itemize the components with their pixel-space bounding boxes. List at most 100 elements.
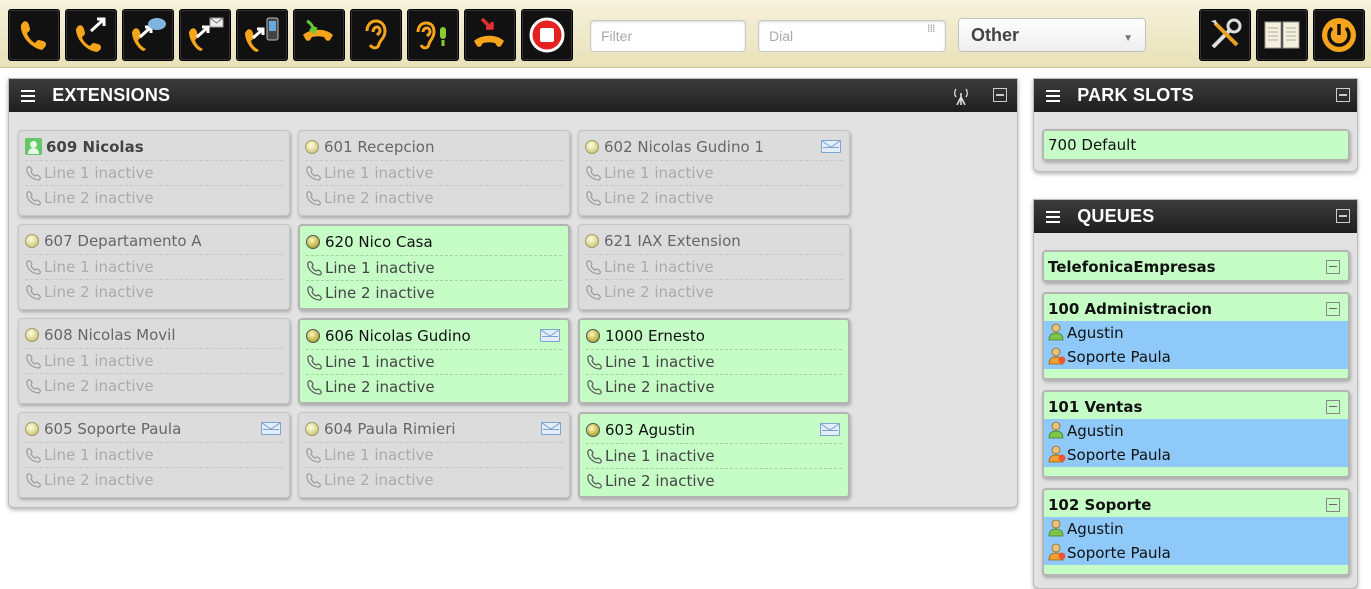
line-1-status: Line 1 inactive: [324, 164, 434, 182]
extension-card[interactable]: 608 Nicolas Movil Line 1 inactive Line 2 i…: [18, 318, 290, 404]
whisper-icon[interactable]: [407, 9, 459, 61]
line-1-row[interactable]: Line 1 inactive: [305, 442, 563, 467]
line-2-row[interactable]: Line 2 inactive: [306, 280, 562, 305]
line-2-row[interactable]: Line 2 inactive: [25, 185, 283, 210]
line-1-row[interactable]: Line 1 inactive: [306, 349, 562, 374]
menu-icon[interactable]: [1046, 87, 1060, 105]
extension-title-row: 606 Nicolas Gudino: [306, 324, 562, 349]
menu-icon[interactable]: [21, 87, 35, 105]
line-2-status: Line 2 inactive: [605, 472, 715, 490]
line-1-row[interactable]: Line 1 inactive: [25, 442, 283, 467]
line-1-row[interactable]: Line 1 inactive: [586, 443, 842, 468]
menu-icon[interactable]: [1046, 208, 1060, 226]
line-2-row[interactable]: Line 2 inactive: [305, 467, 563, 492]
mail-icon[interactable]: [821, 140, 841, 153]
mail-icon[interactable]: [261, 422, 281, 435]
queue-member-name: Soporte Paula: [1067, 446, 1171, 464]
queue-member[interactable]: Soporte Paula: [1044, 541, 1348, 565]
phone-icon: [305, 164, 324, 182]
status-dot-icon: [585, 140, 599, 154]
transfer-icon[interactable]: [65, 9, 117, 61]
extension-card[interactable]: 607 Departamento A Line 1 inactive Line 2 …: [18, 224, 290, 310]
tools-icon[interactable]: [1199, 9, 1251, 61]
queue-member[interactable]: Agustin: [1044, 517, 1348, 541]
phone-icon: [585, 164, 604, 182]
line-1-row[interactable]: Line 1 inactive: [306, 255, 562, 280]
extension-card[interactable]: 621 IAX Extension Line 1 inactive Line 2 i…: [578, 224, 850, 310]
phone-icon: [586, 378, 605, 396]
collapse-icon[interactable]: [1326, 260, 1340, 274]
queue-member[interactable]: Soporte Paula: [1044, 345, 1348, 369]
extension-card[interactable]: 604 Paula Rimieri Line 1 inactive Line 2 i…: [298, 412, 570, 498]
extension-label: 609 Nicolas: [46, 138, 144, 156]
collapse-icon[interactable]: [993, 88, 1007, 102]
phone-icon: [586, 472, 605, 490]
queue-member-name: Soporte Paula: [1067, 348, 1171, 366]
extension-card[interactable]: 609 Nicolas Line 1 inactive Line 2 inactiv…: [18, 130, 290, 216]
mobile-icon[interactable]: [236, 9, 288, 61]
listen-icon[interactable]: [350, 9, 402, 61]
extension-card[interactable]: 1000 Ernesto Line 1 inactive Line 2 inacti…: [578, 318, 850, 404]
collapse-icon[interactable]: [1326, 400, 1340, 414]
line-1-row[interactable]: Line 1 inactive: [25, 160, 283, 185]
mail-icon[interactable]: [541, 422, 561, 435]
extension-card[interactable]: 606 Nicolas Gudino Line 1 inactive Line 2 …: [298, 318, 570, 404]
extension-card[interactable]: 601 Recepcion Line 1 inactive Line 2 inact…: [298, 130, 570, 216]
extension-card[interactable]: 620 Nico Casa Line 1 inactive Line 2 inact…: [298, 224, 570, 310]
line-2-row[interactable]: Line 2 inactive: [586, 374, 842, 399]
dial-input[interactable]: [758, 20, 946, 52]
line-2-row[interactable]: Line 2 inactive: [25, 279, 283, 304]
antenna-icon[interactable]: [950, 87, 972, 105]
status-dot-icon: [586, 423, 600, 437]
queue-box[interactable]: 101 Ventas Agustin Soporte Paula: [1042, 390, 1350, 478]
line-1-row[interactable]: Line 1 inactive: [305, 160, 563, 185]
extension-title-row: 602 Nicolas Gudino 1: [585, 135, 843, 160]
extension-card[interactable]: 602 Nicolas Gudino 1 Line 1 inactive Line …: [578, 130, 850, 216]
chat-icon[interactable]: [122, 9, 174, 61]
power-icon[interactable]: [1313, 9, 1365, 61]
pickup-icon[interactable]: [293, 9, 345, 61]
hangup-icon[interactable]: [464, 9, 516, 61]
line-1-row[interactable]: Line 1 inactive: [25, 348, 283, 373]
line-2-row[interactable]: Line 2 inactive: [585, 185, 843, 210]
extension-title-row: 603 Agustin: [586, 418, 842, 443]
dialpad-icon[interactable]: ⁞⁞⁞: [927, 23, 935, 34]
line-2-row[interactable]: Line 2 inactive: [25, 467, 283, 492]
collapse-icon[interactable]: [1326, 302, 1340, 316]
line-1-row[interactable]: Line 1 inactive: [585, 160, 843, 185]
line-2-row[interactable]: Line 2 inactive: [25, 373, 283, 398]
extension-title-row: 620 Nico Casa: [306, 230, 562, 255]
queue-member[interactable]: Agustin: [1044, 419, 1348, 443]
queue-member[interactable]: Agustin: [1044, 321, 1348, 345]
phonebook-icon[interactable]: [1256, 9, 1308, 61]
queue-box[interactable]: 100 Administracion Agustin Soporte Paula: [1042, 292, 1350, 380]
line-1-status: Line 1 inactive: [44, 446, 154, 464]
mail-icon[interactable]: [820, 423, 840, 436]
queue-box[interactable]: TelefonicaEmpresas: [1042, 250, 1350, 282]
extension-card[interactable]: 603 Agustin Line 1 inactive Line 2 inactiv…: [578, 412, 850, 498]
queue-box[interactable]: 102 Soporte Agustin Soporte Paula: [1042, 488, 1350, 576]
phone-icon: [306, 284, 325, 302]
dial-icon[interactable]: [8, 9, 60, 61]
voicemail-icon[interactable]: [179, 9, 231, 61]
collapse-icon[interactable]: [1336, 209, 1350, 223]
line-2-row[interactable]: Line 2 inactive: [585, 279, 843, 304]
collapse-icon[interactable]: [1336, 88, 1350, 102]
record-icon[interactable]: [521, 9, 573, 61]
line-1-row[interactable]: Line 1 inactive: [585, 254, 843, 279]
collapse-icon[interactable]: [1326, 498, 1340, 512]
line-2-row[interactable]: Line 2 inactive: [586, 468, 842, 493]
phone-icon: [25, 164, 44, 182]
agent-icon: [1048, 445, 1067, 464]
line-1-row[interactable]: Line 1 inactive: [25, 254, 283, 279]
filter-input[interactable]: [590, 20, 746, 52]
mail-icon[interactable]: [540, 329, 560, 342]
line-1-row[interactable]: Line 1 inactive: [586, 349, 842, 374]
extension-label: 621 IAX Extension: [604, 232, 741, 250]
line-2-row[interactable]: Line 2 inactive: [306, 374, 562, 399]
extension-card[interactable]: 605 Soporte Paula Line 1 inactive Line 2 i…: [18, 412, 290, 498]
queue-member[interactable]: Soporte Paula: [1044, 443, 1348, 467]
park-slot[interactable]: 700 Default: [1042, 129, 1350, 161]
group-select[interactable]: Other ▼: [958, 18, 1146, 52]
line-2-row[interactable]: Line 2 inactive: [305, 185, 563, 210]
